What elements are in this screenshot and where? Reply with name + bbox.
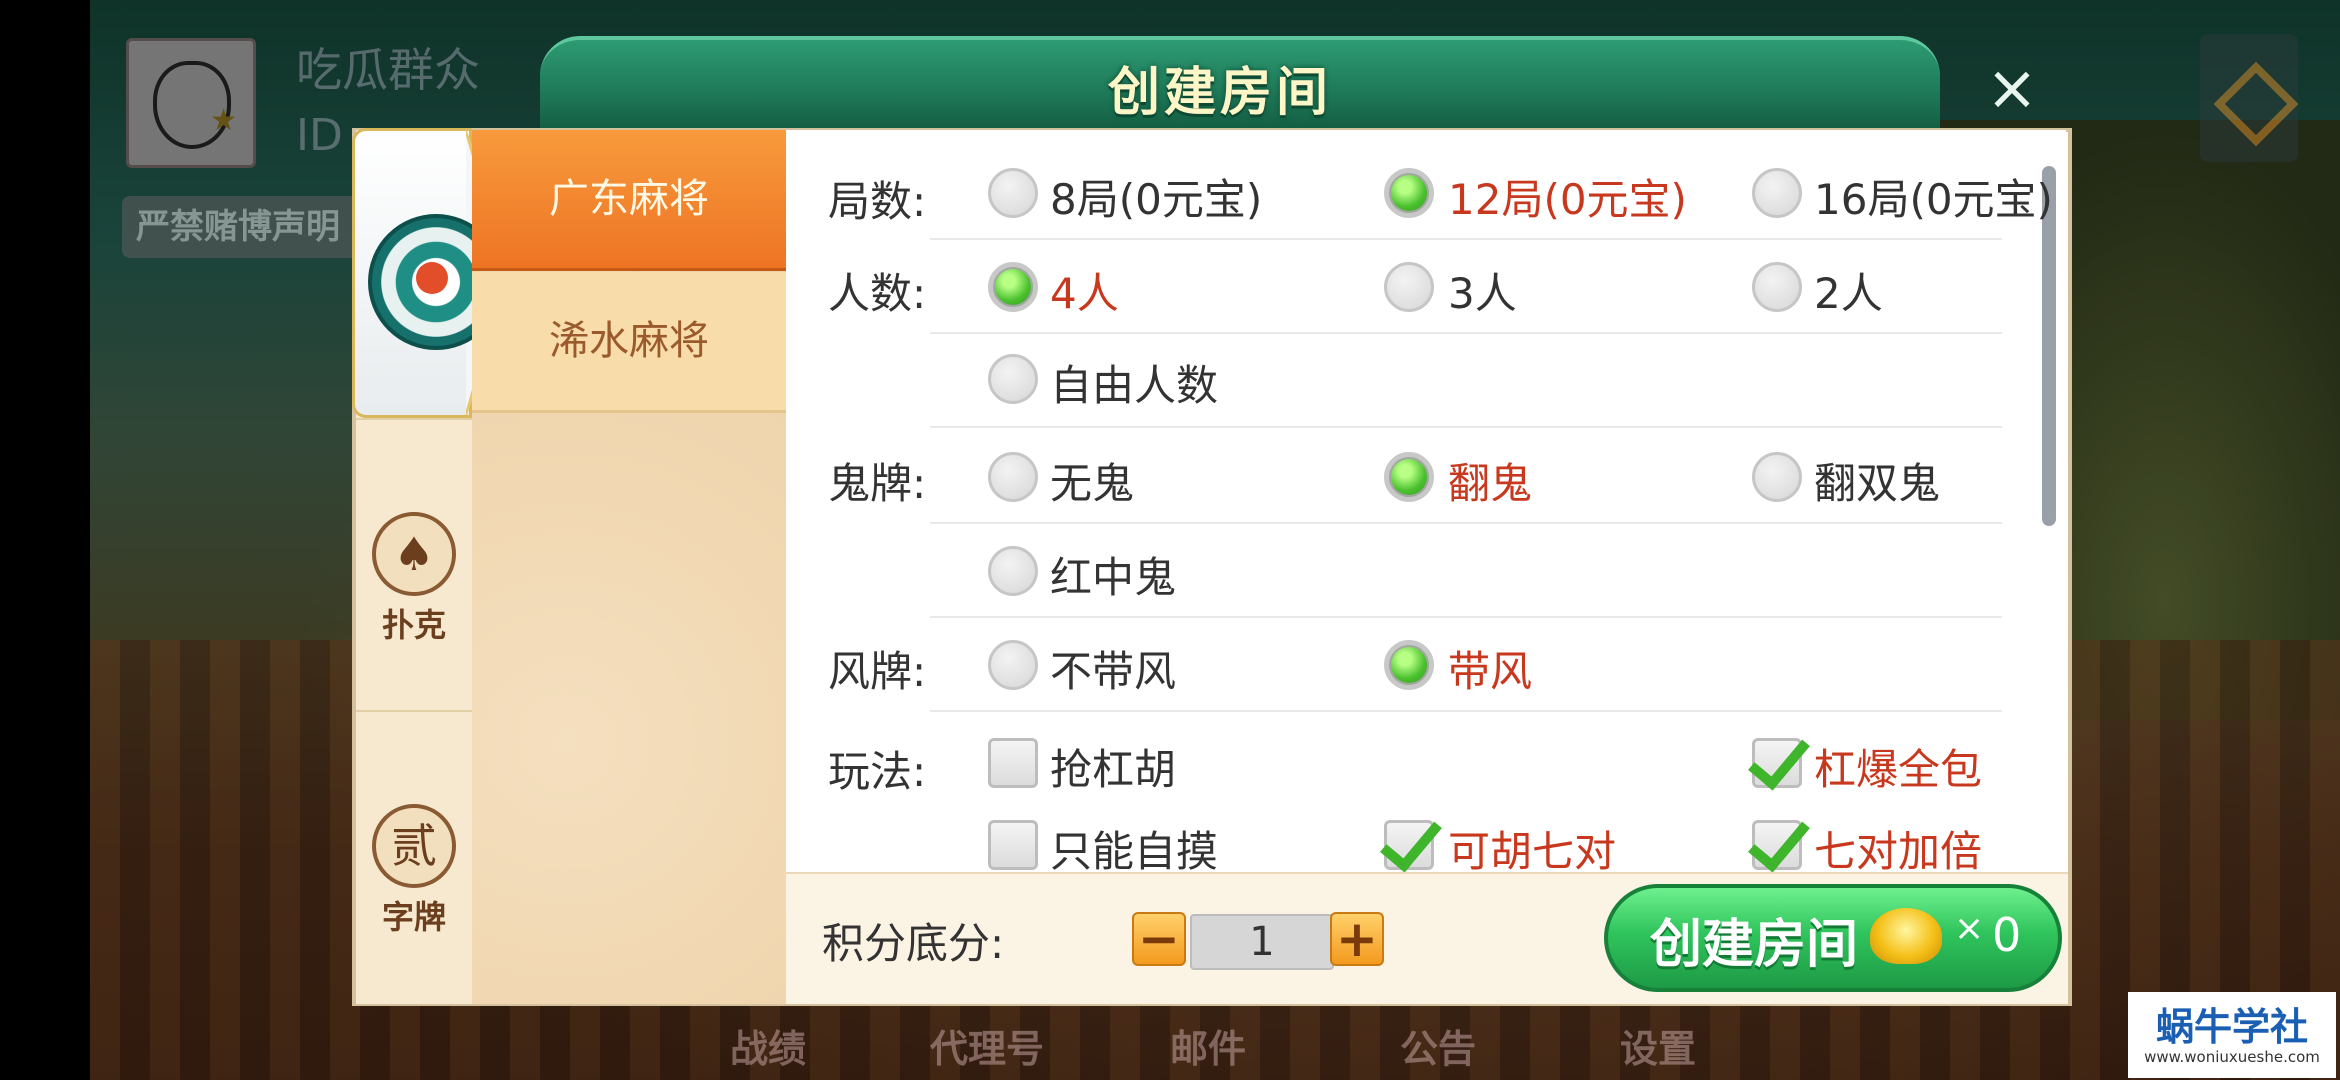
- wind-none-text: 不带风: [1050, 647, 1177, 696]
- category-char-label: 字牌: [381, 898, 446, 936]
- spade-icon: ♠: [372, 512, 456, 596]
- create-room-button[interactable]: 创建房间 × 0: [1604, 884, 2062, 992]
- close-button[interactable]: ×: [1980, 56, 2044, 120]
- score-value: 1: [1190, 914, 1334, 970]
- ghost-none-radio[interactable]: [988, 452, 1038, 502]
- tab-xishui-mahjong[interactable]: 浠水麻将: [472, 272, 786, 413]
- score-label: 积分底分:: [822, 919, 1005, 968]
- star-icon: ★: [210, 103, 237, 138]
- separator: [930, 426, 2002, 428]
- ghost-none-text: 无鬼: [1050, 459, 1135, 508]
- cost-value: 0: [1992, 908, 2022, 962]
- nav-record: 战绩: [730, 1027, 807, 1071]
- ghost-flip-text: 翻鬼: [1448, 459, 1533, 508]
- rob-kong-checkbox[interactable]: [988, 738, 1038, 788]
- category-divider: [356, 710, 472, 712]
- nav-mail: 邮件: [1170, 1027, 1247, 1071]
- rounds-label: 局数:: [828, 177, 927, 226]
- seven-pairs-double-checkbox[interactable]: [1752, 820, 1802, 870]
- separator: [930, 238, 2002, 240]
- self-draw-text: 只能自摸: [1050, 827, 1219, 870]
- bottom-nav: 战绩 代理号 邮件 公告 设置: [700, 1018, 1800, 1080]
- create-room-label: 创建房间: [1650, 915, 1859, 975]
- avatar: ★: [126, 38, 256, 168]
- char-tile-icon: 贰: [372, 804, 456, 888]
- wind-none-radio[interactable]: [988, 640, 1038, 690]
- watermark-title: 蜗牛学社: [2155, 1005, 2308, 1049]
- ghost-flip-radio[interactable]: [1384, 452, 1434, 502]
- rounds-8-radio[interactable]: [988, 168, 1038, 218]
- players-label: 人数:: [828, 269, 927, 318]
- ghost-redzhong-text: 红中鬼: [1050, 553, 1177, 602]
- wind-with-radio[interactable]: [1384, 640, 1434, 690]
- separator: [930, 616, 2002, 618]
- players-free-radio[interactable]: [988, 354, 1038, 404]
- kong-burst-checkbox[interactable]: [1752, 738, 1802, 788]
- players-3-text: 3人: [1448, 269, 1517, 318]
- players-free-text: 自由人数: [1050, 361, 1219, 410]
- rounds-16-radio[interactable]: [1752, 168, 1802, 218]
- ghost-label: 鬼牌:: [828, 459, 927, 508]
- players-4-radio[interactable]: [988, 262, 1038, 312]
- nav-agent: 代理号: [930, 1027, 1045, 1071]
- seven-pairs-checkbox[interactable]: [1384, 820, 1434, 870]
- cost-multiplier: ×: [1954, 908, 1985, 949]
- nav-settings: 设置: [1620, 1027, 1697, 1071]
- lobby-menu-icon: [2200, 34, 2298, 162]
- self-draw-checkbox[interactable]: [988, 820, 1038, 870]
- category-poker[interactable]: ♠ 扑克: [356, 512, 472, 646]
- rounds-12-text: 12局(0元宝): [1448, 175, 1687, 224]
- separator: [930, 332, 2002, 334]
- player-id: ID: [296, 110, 343, 161]
- players-3-radio[interactable]: [1384, 262, 1434, 312]
- dialog-title: 创建房间: [1107, 63, 1332, 123]
- ghost-double-radio[interactable]: [1752, 452, 1802, 502]
- rounds-16-text: 16局(0元宝): [1814, 175, 2053, 224]
- players-2-radio[interactable]: [1752, 262, 1802, 312]
- separator: [930, 522, 2002, 524]
- category-poker-label: 扑克: [381, 606, 446, 644]
- ghost-redzhong-radio[interactable]: [988, 546, 1038, 596]
- seven-pairs-double-text: 七对加倍: [1814, 827, 1983, 870]
- rounds-8-text: 8局(0元宝): [1050, 175, 1263, 224]
- play-label: 玩法:: [828, 747, 927, 796]
- players-2-text: 2人: [1814, 269, 1883, 318]
- rounds-12-radio[interactable]: [1384, 168, 1434, 218]
- ghost-double-text: 翻双鬼: [1814, 459, 1941, 508]
- kong-burst-text: 杠爆全包: [1814, 745, 1983, 794]
- nav-notice: 公告: [1400, 1027, 1477, 1071]
- wind-label: 风牌:: [828, 647, 927, 696]
- gambling-notice-button: 严禁赌博声明: [122, 196, 366, 258]
- watermark-url: www.woniuxueshe.com: [2144, 1048, 2320, 1066]
- category-divider: [356, 418, 472, 420]
- decrease-button[interactable]: −: [1132, 912, 1186, 966]
- seven-pairs-text: 可胡七对: [1448, 827, 1617, 870]
- separator: [930, 710, 2002, 712]
- tab-guangdong-mahjong[interactable]: 广东麻将: [472, 130, 786, 271]
- watermark: 蜗牛学社 www.woniuxueshe.com: [2128, 992, 2336, 1078]
- player-name: 吃瓜群众: [296, 43, 480, 97]
- gold-ingot-icon: [1870, 908, 1942, 964]
- rob-kong-text: 抢杠胡: [1050, 745, 1177, 794]
- increase-button[interactable]: +: [1330, 912, 1384, 966]
- category-char[interactable]: 贰 字牌: [356, 804, 472, 938]
- players-4-text: 4人: [1050, 269, 1119, 318]
- wind-with-text: 带风: [1448, 647, 1533, 696]
